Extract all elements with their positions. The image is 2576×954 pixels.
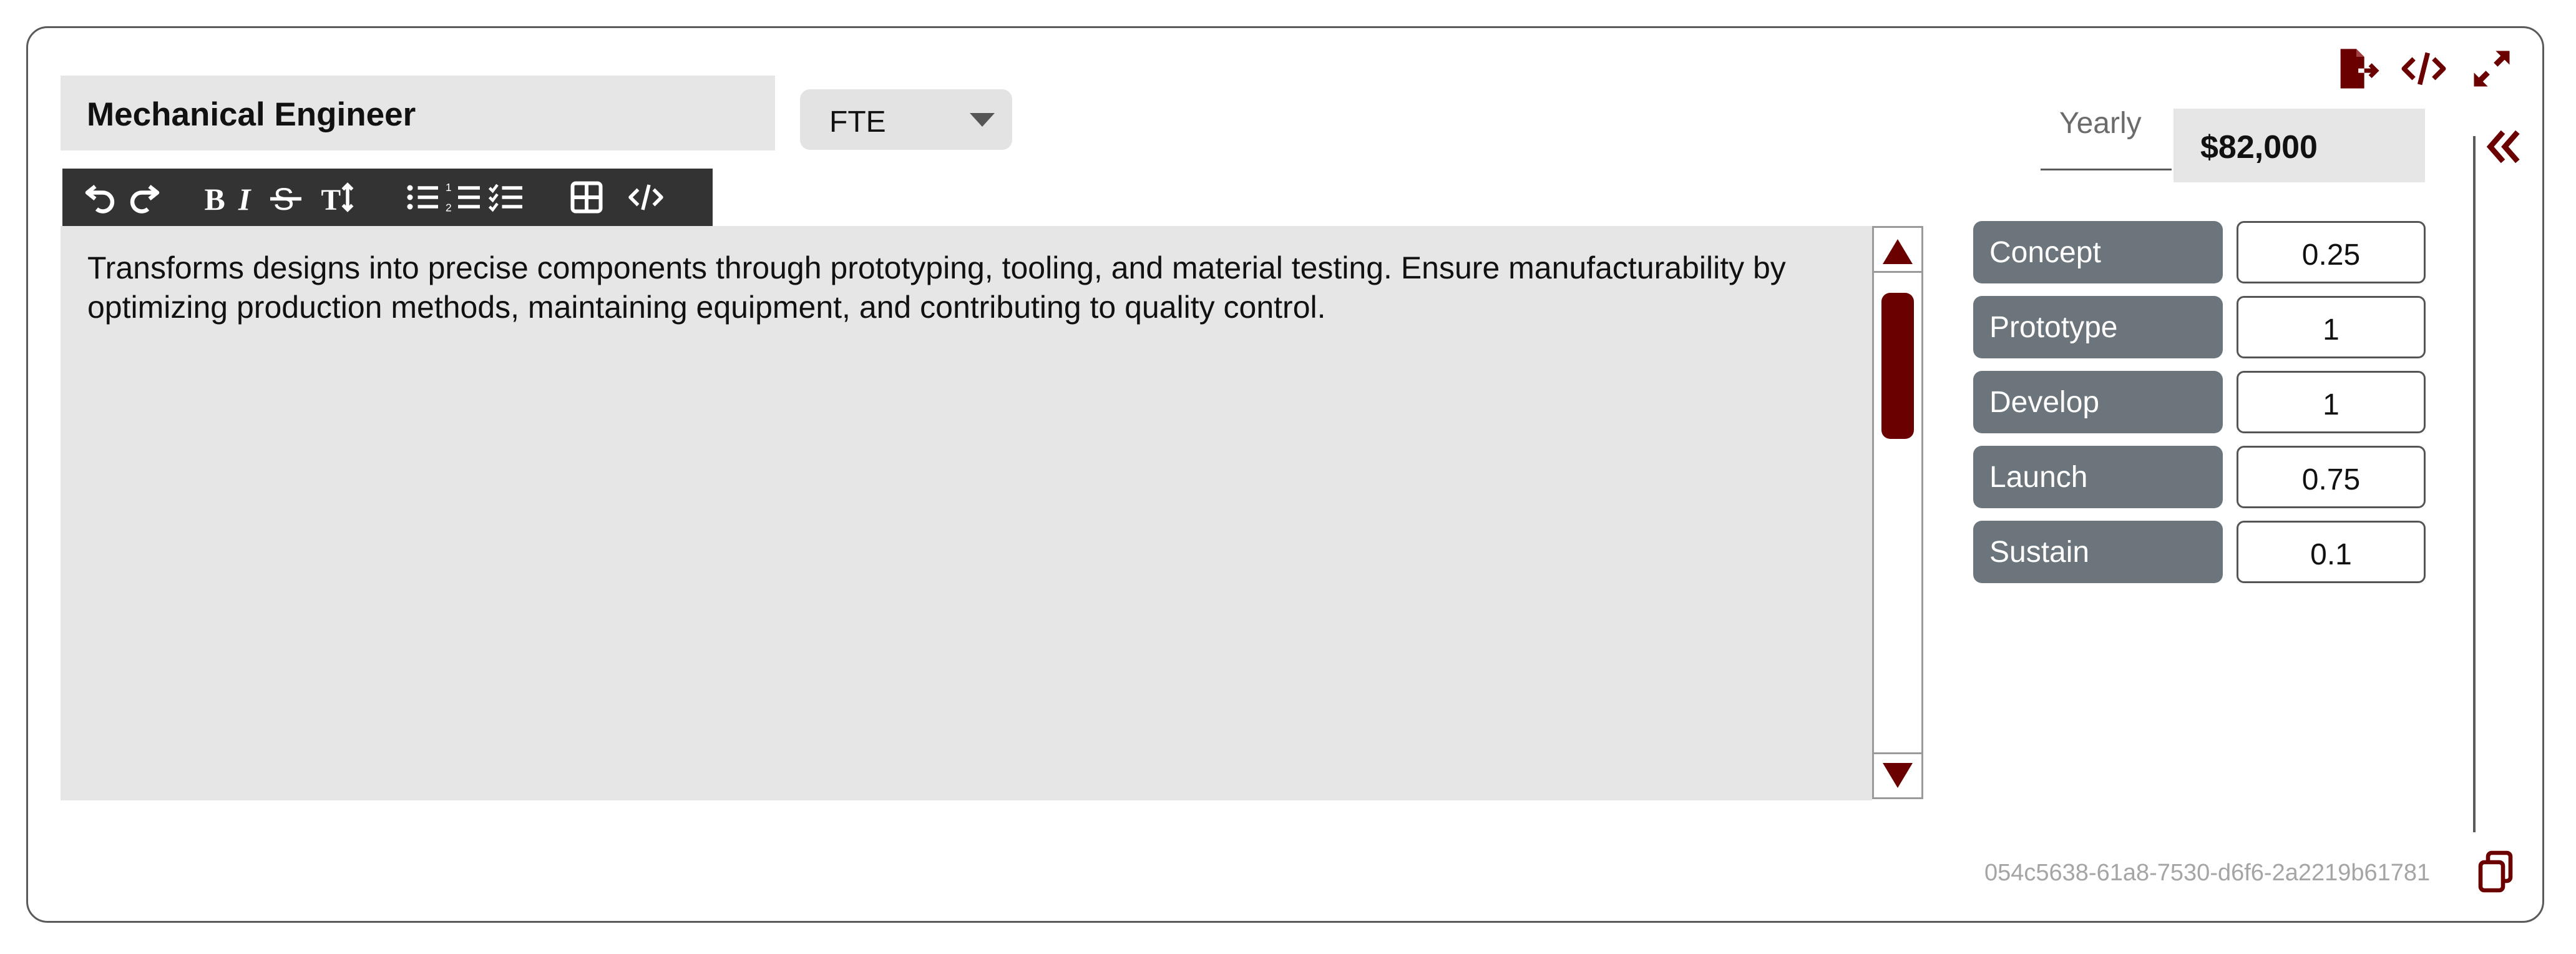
undo-icon[interactable] [80, 177, 120, 217]
caret-down-icon [970, 113, 995, 127]
side-panel-divider [2473, 136, 2476, 832]
export-icon[interactable] [2333, 45, 2380, 92]
phase-label-launch: Launch [1973, 446, 2223, 508]
phase-label-text: Sustain [1989, 536, 2090, 569]
arrow-down-icon [1883, 763, 1913, 788]
phase-input-sustain[interactable]: 0.1 [2237, 521, 2426, 583]
redo-icon[interactable] [125, 177, 165, 217]
phase-label-prototype: Prototype [1973, 296, 2223, 358]
phase-value: 0.25 [2301, 238, 2361, 272]
phase-input-concept[interactable]: 0.25 [2237, 221, 2426, 283]
phase-input-develop[interactable]: 1 [2237, 371, 2426, 433]
phase-label-text: Develop [1989, 386, 2100, 419]
role-title-field[interactable]: Mechanical Engineer [61, 76, 775, 150]
role-title: Mechanical Engineer [87, 96, 416, 133]
phase-value: 0.75 [2301, 463, 2361, 496]
checklist-icon[interactable] [487, 177, 527, 217]
phase-label-text: Launch [1989, 461, 2088, 494]
editor-scrollbar[interactable] [1872, 226, 1923, 799]
pay-period-underline [2041, 169, 2172, 170]
scroll-down-button[interactable] [1874, 752, 1921, 797]
numbered-list-icon[interactable]: 12 [444, 177, 484, 217]
collapse-panel-icon[interactable] [2481, 125, 2525, 169]
scroll-thumb[interactable] [1881, 293, 1914, 439]
pay-period-label[interactable]: Yearly [2059, 106, 2142, 140]
phase-label-sustain: Sustain [1973, 521, 2223, 583]
phase-value: 1 [2323, 313, 2339, 347]
svg-text:2: 2 [446, 202, 452, 214]
code-icon[interactable] [626, 177, 666, 217]
editor-toolbar: B I S T 12 [62, 169, 713, 227]
text-size-icon[interactable]: T [318, 177, 358, 217]
scroll-up-button[interactable] [1874, 228, 1921, 273]
phase-input-launch[interactable]: 0.75 [2237, 446, 2426, 508]
svg-text:1: 1 [446, 181, 452, 194]
phase-label-concept: Concept [1973, 221, 2223, 283]
table-icon[interactable] [567, 177, 607, 217]
phase-label-text: Prototype [1989, 311, 2118, 344]
phase-label-develop: Develop [1973, 371, 2223, 433]
arrow-up-icon [1883, 239, 1913, 264]
strikethrough-icon[interactable]: S [266, 177, 306, 217]
salary-amount: $82,000 [2200, 129, 2318, 165]
employment-type-value: FTE [829, 106, 886, 139]
phase-input-prototype[interactable]: 1 [2237, 296, 2426, 358]
embed-code-icon[interactable] [2400, 45, 2447, 92]
record-id: 054c5638-61a8-7530-d6f6-2a2219b61781 [1984, 860, 2431, 886]
description-editor[interactable]: Transforms designs into precise componen… [61, 226, 1872, 800]
svg-text:B: B [205, 182, 225, 216]
salary-field[interactable]: $82,000 [2174, 109, 2425, 182]
italic-icon[interactable]: I [231, 177, 271, 217]
copy-icon[interactable] [2473, 849, 2518, 894]
phase-value: 0.1 [2310, 538, 2352, 571]
phase-value: 1 [2323, 388, 2339, 421]
svg-text:T: T [321, 184, 341, 216]
bullet-list-icon[interactable] [402, 177, 442, 217]
phase-label-text: Concept [1989, 236, 2101, 269]
employment-type-select[interactable]: FTE [800, 89, 1012, 150]
svg-text:I: I [238, 182, 251, 216]
description-text: Transforms designs into precise componen… [87, 250, 1786, 325]
expand-icon[interactable] [2468, 45, 2515, 92]
